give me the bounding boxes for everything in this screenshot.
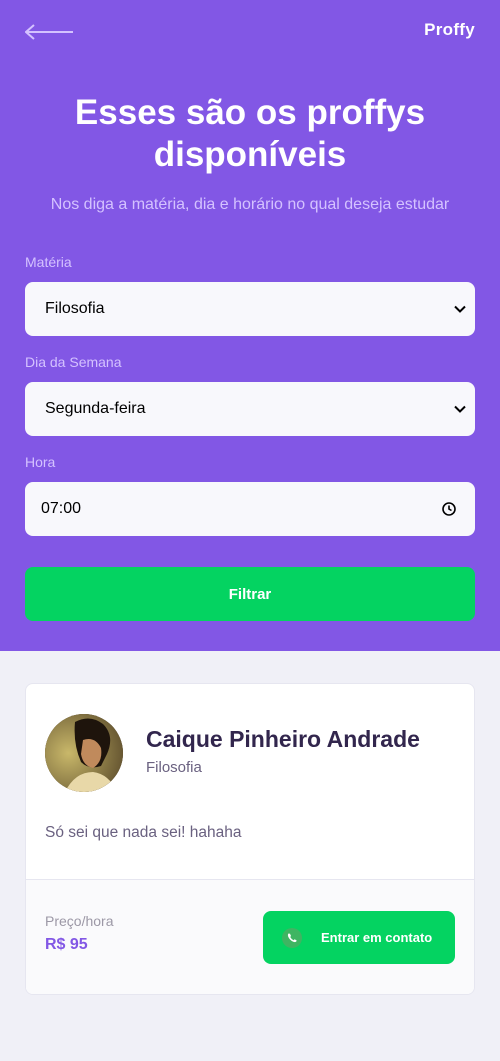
filter-button[interactable]: Filtrar [25, 567, 475, 621]
weekday-select-value: Segunda-feira [45, 400, 146, 417]
back-arrow-icon[interactable] [25, 22, 75, 42]
price-label: Preço/hora [45, 913, 114, 929]
time-input[interactable]: 07:00 [25, 482, 475, 536]
subject-select[interactable]: Filosofia [25, 282, 475, 336]
time-label: Hora [25, 454, 56, 470]
teacher-subject: Filosofia [146, 759, 202, 776]
weekday-label: Dia da Semana [25, 354, 122, 370]
price-value: R$ 95 [45, 936, 88, 953]
time-input-value: 07:00 [41, 500, 82, 517]
avatar [45, 714, 123, 792]
contact-button[interactable]: Entrar em contato [263, 911, 455, 964]
teacher-name: Caique Pinheiro Andrade [146, 726, 420, 752]
page-subtitle: Nos diga a matéria, dia e horário no qua… [50, 196, 450, 213]
teacher-card: Caique Pinheiro Andrade Filosofia Só sei… [25, 683, 475, 995]
teacher-bio: Só sei que nada sei! hahaha [45, 824, 242, 841]
subject-label: Matéria [25, 254, 72, 270]
page-title: Esses são os proffys disponíveis [74, 93, 426, 174]
proffy-logo: Proffy [424, 20, 475, 39]
chevron-down-icon [454, 405, 466, 413]
page-header: Proffy Esses são os proffys disponíveis … [0, 0, 500, 651]
subject-select-value: Filosofia [45, 300, 105, 317]
clock-icon[interactable] [441, 501, 457, 517]
teacher-card-footer: Preço/hora R$ 95 Entrar em contato [26, 879, 474, 994]
whatsapp-icon [282, 927, 302, 948]
chevron-down-icon [454, 305, 466, 313]
weekday-select[interactable]: Segunda-feira [25, 382, 475, 436]
contact-button-label: Entrar em contato [321, 930, 433, 945]
